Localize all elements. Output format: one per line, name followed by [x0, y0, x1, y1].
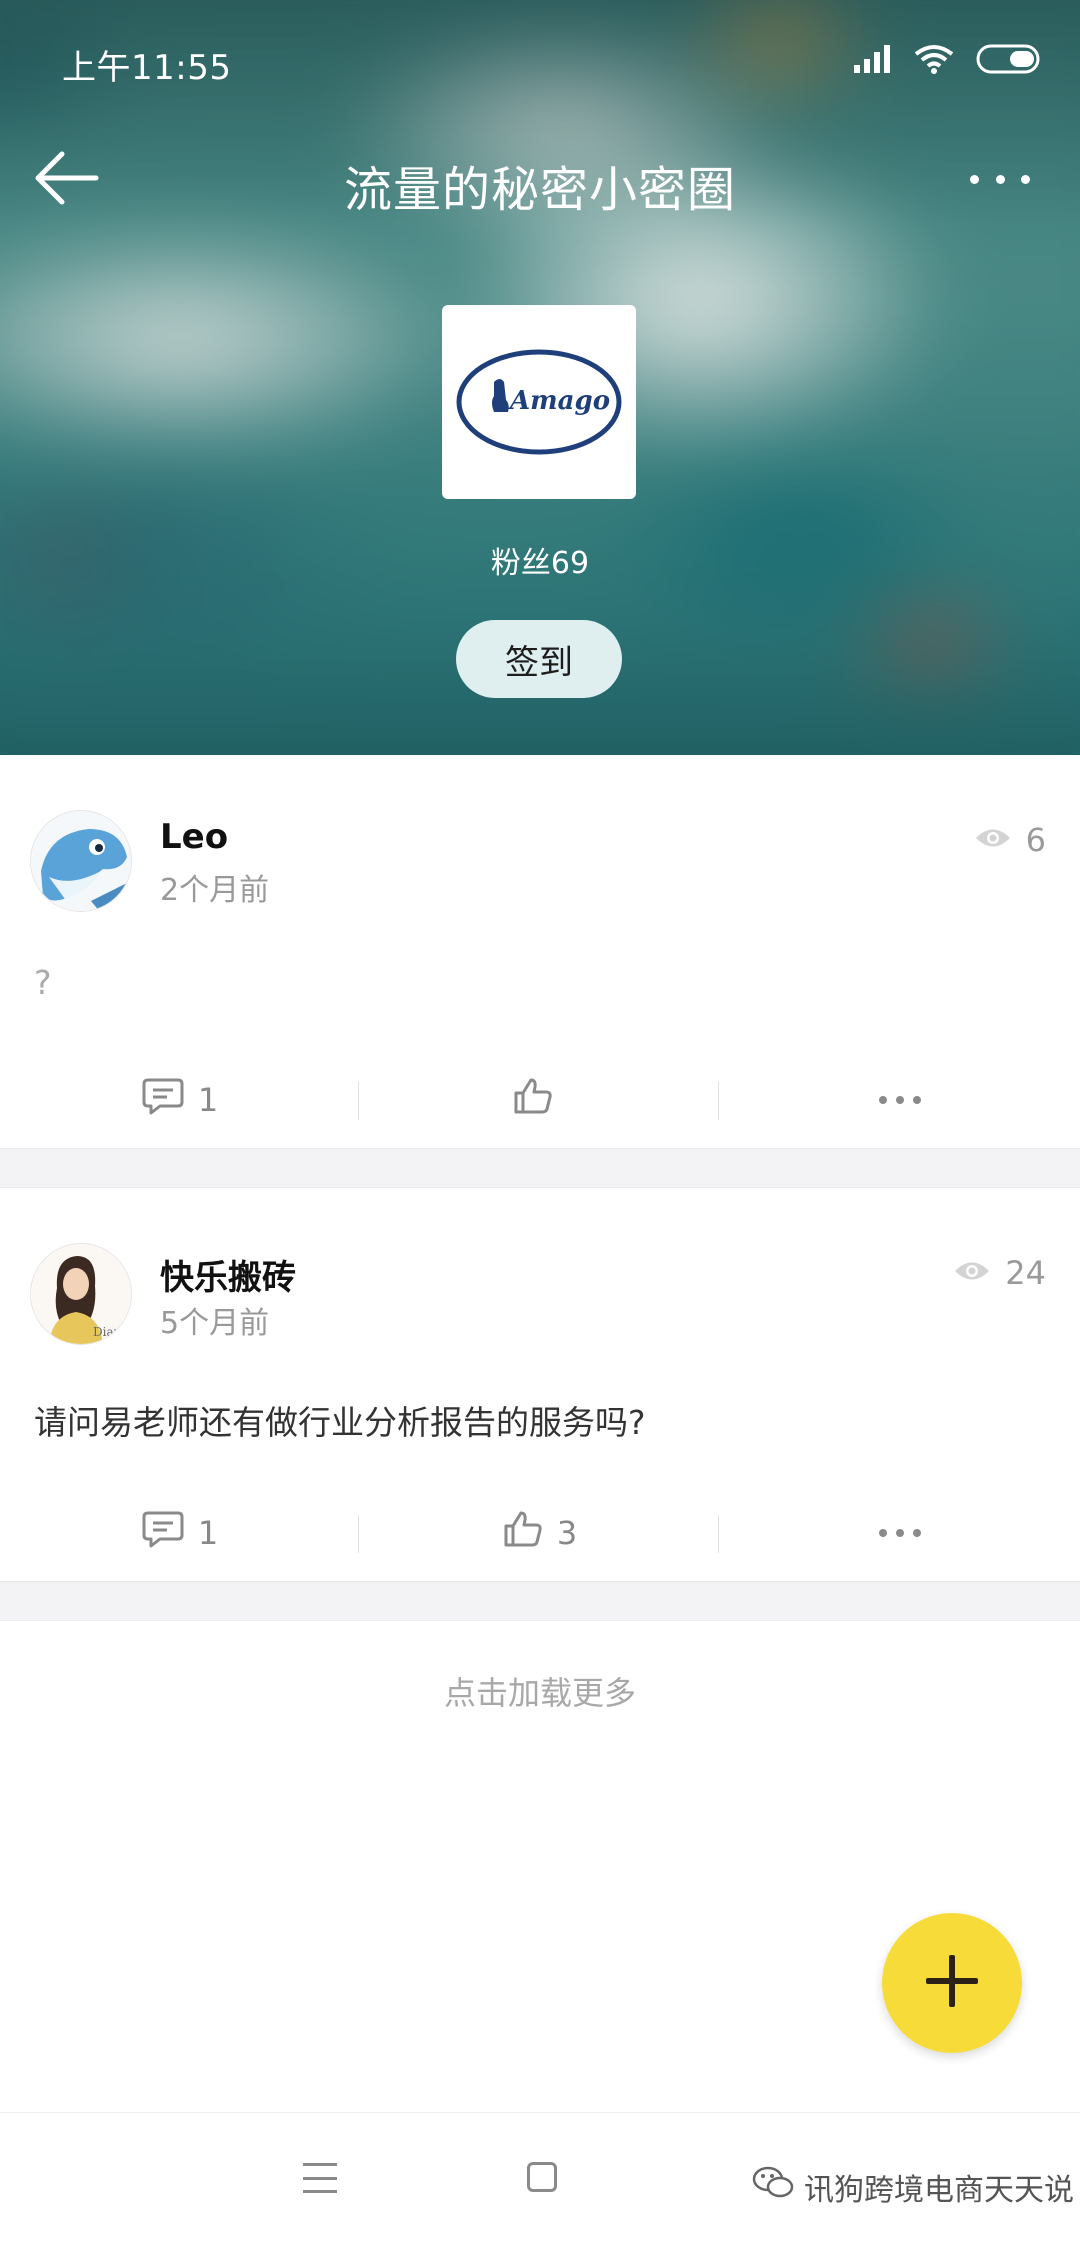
like-button[interactable]: 3: [360, 1493, 720, 1573]
eye-icon: [953, 1254, 991, 1292]
wifi-icon: [914, 44, 954, 78]
view-count: 6: [974, 821, 1046, 859]
thumbs-up-icon: [513, 1077, 553, 1123]
home-icon[interactable]: [527, 2162, 557, 2192]
watermark-text: 讯狗跨境电商天天说: [804, 2173, 1074, 2208]
comment-button[interactable]: 1: [0, 1060, 360, 1140]
status-time: 上午11:55: [62, 48, 232, 88]
create-post-button[interactable]: [882, 1913, 1022, 2053]
view-count-value: 6: [1025, 821, 1046, 859]
view-count-value: 24: [1005, 1254, 1046, 1292]
group-header: 上午11:55 流量的秘密小密圈 Amago 粉丝69 签到: [0, 0, 1080, 755]
menu-icon[interactable]: [303, 2163, 337, 2193]
post-content[interactable]: 请问易老师还有做行业分析报告的服务吗?: [34, 1396, 646, 1444]
like-count: 3: [556, 1514, 578, 1552]
watermark: 讯狗跨境电商天天说: [752, 2165, 1074, 2209]
thumbs-up-icon: [503, 1510, 543, 1556]
logo-text: Amago: [507, 386, 610, 416]
post-author[interactable]: Leo: [160, 817, 228, 857]
wechat-icon: [752, 2165, 794, 2209]
post-time: 2个月前: [160, 873, 270, 908]
separator: [0, 1581, 1080, 1621]
group-logo: Amago: [442, 305, 636, 499]
post-actions: 1: [0, 1060, 1080, 1140]
battery-icon: [976, 44, 1042, 78]
avatar[interactable]: [30, 810, 132, 912]
checkin-button[interactable]: 签到: [456, 620, 622, 698]
like-button[interactable]: [360, 1060, 720, 1140]
post-time: 5个月前: [160, 1306, 270, 1341]
more-dots-icon: [879, 1529, 921, 1537]
fans-count: 粉丝69: [490, 546, 590, 581]
signal-icon: [854, 45, 892, 77]
avatar[interactable]: Dian: [30, 1243, 132, 1345]
comment-count: 1: [197, 1514, 219, 1552]
post-content[interactable]: ?: [34, 963, 52, 1002]
eye-icon: [974, 821, 1012, 859]
view-count: 24: [953, 1254, 1046, 1292]
separator: [0, 1148, 1080, 1188]
system-nav-bar: 讯狗跨境电商天天说: [0, 2112, 1080, 2244]
post-author[interactable]: 快乐搬砖: [160, 1250, 296, 1299]
post-card[interactable]: Dian 快乐搬砖 5个月前 24 请问易老师还有做行业分析报告的服务吗? 1: [0, 1188, 1080, 1581]
comment-icon: [142, 1077, 184, 1123]
page-title: 流量的秘密小密圈: [343, 162, 736, 218]
more-icon: [970, 174, 979, 184]
post-actions: 1 3: [0, 1493, 1080, 1573]
load-more-button[interactable]: 点击加载更多: [0, 1668, 1080, 1714]
post-more-button[interactable]: [720, 1493, 1080, 1573]
more-options-button[interactable]: [970, 164, 1030, 194]
status-bar: 上午11:55: [0, 0, 1080, 120]
comment-count: 1: [197, 1081, 219, 1119]
post-card[interactable]: Leo 2个月前 6 ? 1: [0, 755, 1080, 1148]
comment-icon: [142, 1510, 184, 1556]
post-more-button[interactable]: [720, 1060, 1080, 1140]
comment-button[interactable]: 1: [0, 1493, 360, 1573]
more-dots-icon: [879, 1096, 921, 1104]
svg-text:Dian: Dian: [93, 1325, 122, 1339]
plus-icon: [922, 1951, 982, 2015]
title-bar: 流量的秘密小密圈: [0, 120, 1080, 240]
